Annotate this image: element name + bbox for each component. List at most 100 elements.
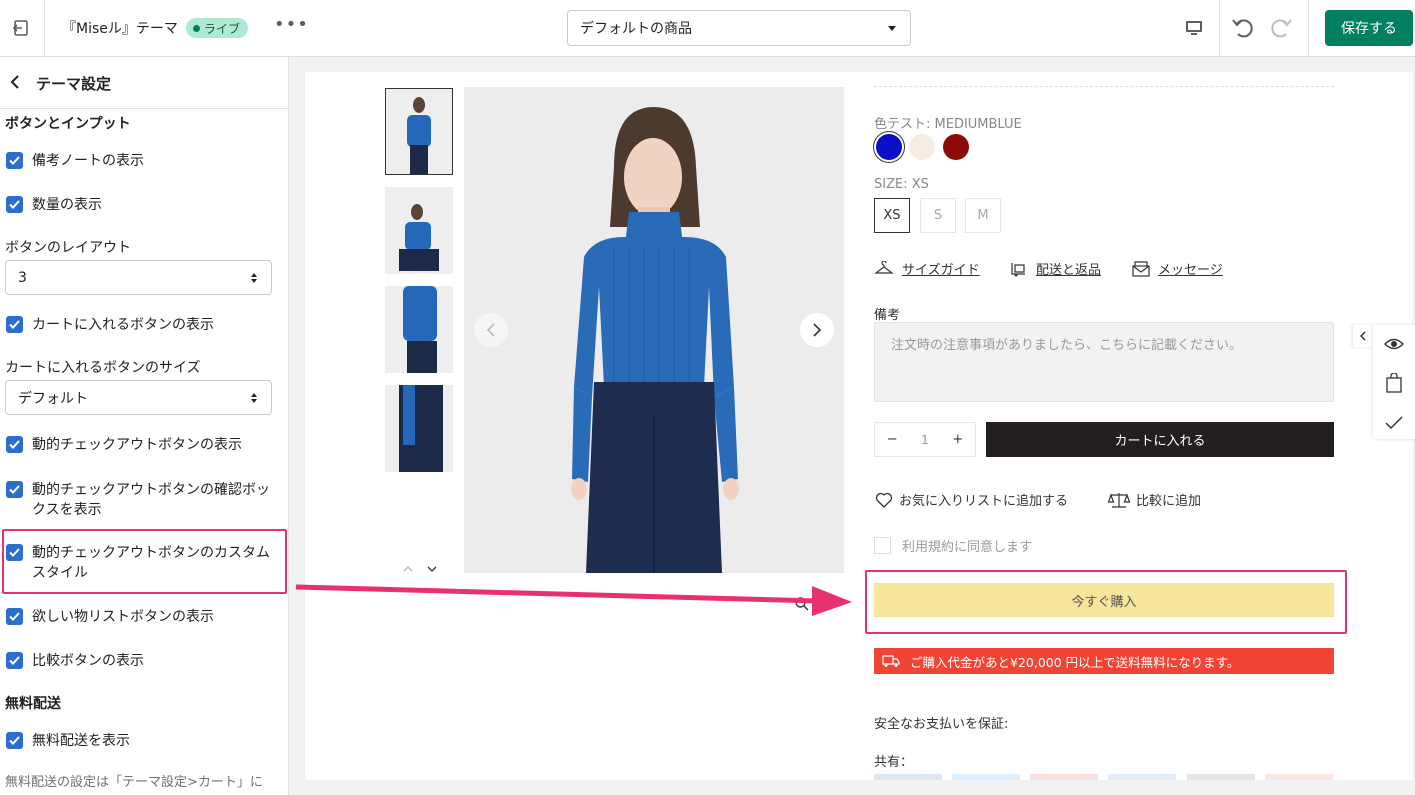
highlight-annotation-sidebar [2,529,287,594]
undo-button[interactable] [1230,15,1256,45]
add-to-cart-button[interactable]: カートに入れる [986,422,1334,457]
redo-button[interactable] [1268,15,1294,45]
add-to-compare-button[interactable]: 比較に追加 [1108,490,1201,509]
share-button-email[interactable] [1187,774,1255,780]
checkmark-icon[interactable] [1384,415,1404,431]
product-main-image[interactable] [464,87,844,573]
checkbox-show-quantity[interactable]: 数量の表示 [6,195,281,215]
size-option-xs[interactable]: XS [874,198,910,233]
size-option-label: SIZE: XS [874,177,929,192]
size-option-m[interactable]: M [965,198,1001,233]
terms-checkbox[interactable] [874,537,891,554]
message-link[interactable]: メッセージ [1132,259,1223,278]
share-button-facebook[interactable] [874,774,942,780]
top-bar: 『Miseル』テーマ ライブ ••• デフォルトの商品 保存する [0,0,1415,57]
chevron-right-icon [813,323,822,337]
color-swatch-darkred[interactable] [943,134,969,160]
collapse-tools-button[interactable] [1353,325,1373,347]
size-option-s[interactable]: S [920,198,956,233]
checkbox-show-dynamic-checkout[interactable]: 動的チェックアウトボタンの表示 [6,435,281,455]
quantity-increase-button[interactable]: + [952,432,963,447]
theme-title: 『Miseル』テーマ [62,21,178,37]
add-to-wishlist-button[interactable]: お気に入りリストに追加する [875,490,1068,509]
exit-button[interactable] [0,0,45,56]
share-button-other[interactable] [1265,774,1333,780]
more-actions-button[interactable]: ••• [274,14,309,35]
caret-down-icon [888,26,896,31]
share-button-twitter[interactable] [952,774,1020,780]
theme-settings-sidebar: テーマ設定 ボタンとインプット 備考ノートの表示 数量の表示 ボタンのレイアウト… [0,57,289,795]
thumbnail-nav-arrows[interactable] [403,563,437,576]
product-thumbnail[interactable] [385,286,453,373]
live-dot-icon [193,24,200,32]
eye-icon[interactable] [1384,336,1404,352]
checkbox-checked-icon[interactable] [6,481,23,498]
zoom-icon[interactable] [794,596,810,612]
section-title-free-shipping: 無料配送 [5,696,61,712]
product-thumbnail[interactable] [385,187,453,274]
previous-image-button[interactable] [474,313,508,347]
checkbox-checked-icon[interactable] [6,608,23,625]
layout-label: ボタンのレイアウト [5,240,131,256]
checkbox-dynamic-checkout-confirm[interactable]: 動的チェックアウトボタンの確認ボックスを表示 [6,480,281,520]
color-option-label: 色テスト: MEDIUMBLUE [874,117,1022,132]
template-select[interactable]: デフォルトの商品 [567,10,911,46]
share-button-pinterest[interactable] [1030,774,1098,780]
terms-checkbox-row[interactable]: 利用規約に同意します [874,536,1032,555]
heart-icon [875,492,893,508]
quantity-decrease-button[interactable]: − [887,432,898,447]
cart-button-size-select[interactable]: デフォルト [5,380,272,415]
checkbox-checked-icon[interactable] [6,196,23,213]
scale-icon [1108,492,1130,508]
shipping-returns-link[interactable]: 配送と返品 [1010,259,1101,278]
color-swatch-mediumblue[interactable] [876,134,902,160]
button-layout-select[interactable]: 3 [5,260,272,295]
live-badge: ライブ [186,18,249,38]
cart-button-size-label: カートに入れるボタンのサイズ [5,360,201,376]
chevron-down-icon[interactable] [427,565,437,573]
size-guide-link[interactable]: サイズガイド [874,259,980,278]
checkbox-checked-icon[interactable] [6,436,23,453]
chevron-left-icon [1359,331,1366,341]
undo-icon [1232,19,1253,38]
chevron-left-icon [486,323,495,337]
quantity-stepper[interactable]: − 1 + [874,422,976,457]
secure-payment-label: 安全なお支払いを保証: [874,717,1009,732]
divider [1308,0,1309,56]
section-title-buttons: ボタンとインプット [5,116,131,132]
note-label: 備考 [874,308,901,323]
shopping-bag-icon[interactable] [1385,373,1403,393]
share-label: 共有： [874,755,914,770]
product-thumbnail[interactable] [385,385,453,472]
divider [874,86,1334,87]
color-swatch-cream[interactable] [909,134,935,160]
sidebar-title: テーマ設定 [36,75,112,93]
save-button[interactable]: 保存する [1325,10,1413,46]
checkbox-checked-icon[interactable] [6,652,23,669]
free-shipping-banner: ご購入代金があと¥20,000 円以上で送料無料になります。 [874,648,1334,674]
next-image-button[interactable] [800,313,834,347]
hanger-icon [874,260,894,274]
checkbox-show-compare[interactable]: 比較ボタンの表示 [6,651,281,671]
share-button-linkedin[interactable] [1108,774,1176,780]
checkbox-show-add-to-cart[interactable]: カートに入れるボタンの表示 [6,315,281,335]
desktop-icon [1185,21,1202,35]
note-textarea[interactable]: 注文時の注意事項がありましたら、こちらに記載ください。 [874,322,1334,402]
quantity-value[interactable]: 1 [921,433,929,447]
checkbox-checked-icon[interactable] [6,152,23,169]
floating-tools [1373,325,1415,439]
checkbox-show-notes[interactable]: 備考ノートの表示 [6,151,281,171]
checkbox-show-free-shipping[interactable]: 無料配送を表示 [6,731,281,751]
checkbox-checked-icon[interactable] [6,316,23,333]
sidebar-header: テーマ設定 [0,57,288,109]
select-arrows-icon [251,393,257,403]
product-thumbnail[interactable] [385,88,453,175]
checkbox-show-wishlist[interactable]: 欲しい物リストボタンの表示 [6,607,281,627]
back-icon[interactable] [10,74,20,90]
chevron-up-icon[interactable] [403,565,413,573]
checkbox-checked-icon[interactable] [6,732,23,749]
exit-icon [12,20,28,36]
highlight-annotation-buy-now [865,570,1347,634]
delivery-icon [1011,262,1025,276]
device-preview-button[interactable] [1168,0,1220,56]
